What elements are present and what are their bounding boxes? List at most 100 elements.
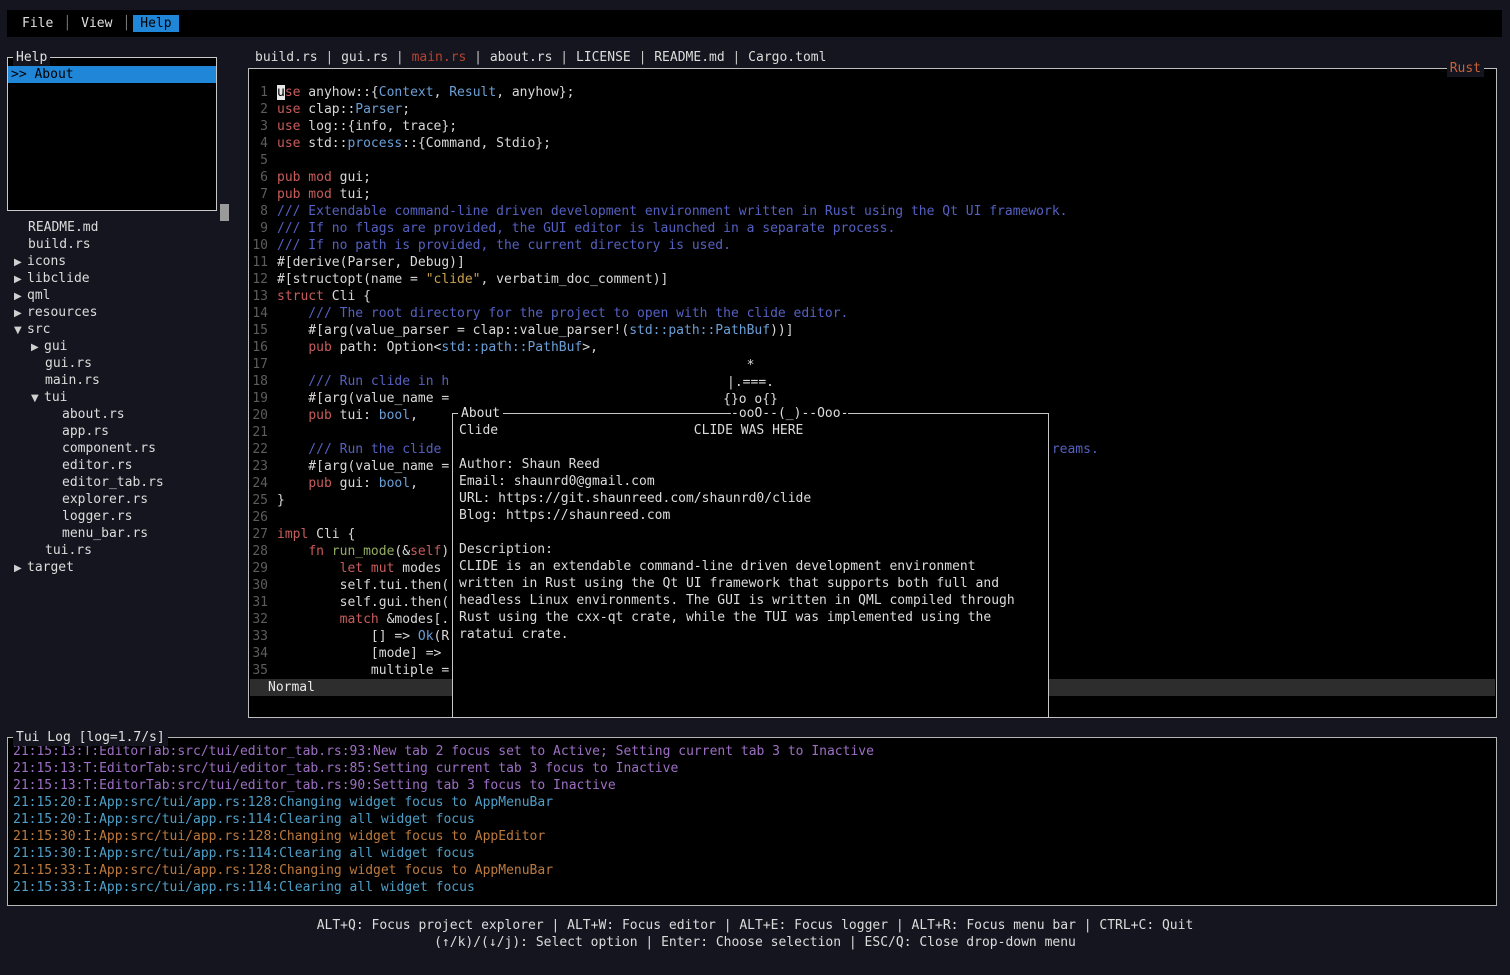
- code-token: [324, 544, 332, 559]
- code-token: >,: [582, 340, 598, 355]
- code-token: /// Extendable command-line driven devel…: [277, 204, 1068, 219]
- code-token: ,: [434, 85, 450, 100]
- tree-item-gui-rs[interactable]: gui.rs: [7, 355, 241, 372]
- line-number: 7: [251, 186, 268, 203]
- code-line-text: pub mod tui;: [277, 186, 371, 203]
- code-token: std::: [300, 136, 347, 151]
- code-line: 12#[structopt(name = "clide", verbatim_d…: [251, 271, 1494, 288]
- log-entries: 21:15:13:T:EditorTab:src/tui/editor_tab.…: [13, 743, 1496, 896]
- line-number: 32: [251, 611, 268, 628]
- code-token: use: [277, 102, 300, 117]
- line-number: 34: [251, 645, 268, 662]
- tree-item-label: tui: [44, 390, 67, 405]
- line-number: 22: [251, 441, 268, 458]
- line-number: 11: [251, 254, 268, 271]
- mode-indicator: Normal: [268, 680, 315, 695]
- tree-item-component-rs[interactable]: component.rs: [7, 440, 241, 457]
- tab-gui-rs[interactable]: gui.rs: [341, 49, 388, 66]
- language-badge: Rust: [1447, 60, 1484, 77]
- code-line: 16 pub path: Option<std::path::PathBuf>,: [251, 339, 1494, 356]
- tab-build-rs[interactable]: build.rs: [255, 49, 318, 66]
- tree-item-app-rs[interactable]: app.rs: [7, 423, 241, 440]
- tree-item-editor-tab-rs[interactable]: editor_tab.rs: [7, 474, 241, 491]
- tree-item-logger-rs[interactable]: logger.rs: [7, 508, 241, 525]
- tree-item-label: qml: [27, 288, 50, 303]
- tree-item-build-rs[interactable]: build.rs: [7, 236, 241, 253]
- code-token: use: [277, 136, 300, 151]
- line-number: 30: [251, 577, 268, 594]
- code-token: #[derive(Parser, Debug)]: [277, 255, 465, 270]
- line-number: 3: [251, 118, 268, 135]
- code-token: &modes[.: [379, 612, 449, 627]
- code-token: impl: [277, 527, 308, 542]
- about-popup-line: Email: shaunrd0@gmail.com: [459, 473, 1048, 490]
- code-token: tui:: [332, 408, 379, 423]
- line-number: 8: [251, 203, 268, 220]
- chevron-right-icon: ▶: [14, 305, 27, 322]
- about-popup-line: written in Rust using the Qt UI framewor…: [459, 575, 1048, 592]
- line-number: 21: [251, 424, 268, 441]
- menu-item-view[interactable]: View: [74, 15, 119, 32]
- tree-item-explorer-rs[interactable]: explorer.rs: [7, 491, 241, 508]
- tree-item-tui-rs[interactable]: tui.rs: [7, 542, 241, 559]
- log-entry: 21:15:30:I:App:src/tui/app.rs:128:Changi…: [13, 828, 1496, 845]
- code-line-text: /// The root directory for the project t…: [277, 305, 848, 322]
- menu-item-file[interactable]: File: [15, 15, 60, 32]
- code-token: bool: [379, 408, 410, 423]
- code-token: (&: [394, 544, 410, 559]
- help-dropdown-items: >> About: [8, 66, 216, 83]
- about-popup-line: CLIDE is an extendable command-line driv…: [459, 558, 1048, 575]
- code-token: #[arg(value_name =: [277, 459, 449, 474]
- line-number: 16: [251, 339, 268, 356]
- menu-item-help[interactable]: Help: [133, 15, 178, 32]
- code-line-text: /// If no path is provided, the current …: [277, 237, 731, 254]
- code-line: 4use std::process::{Command, Stdio};: [251, 135, 1494, 152]
- tree-item-tui[interactable]: ▼tui: [7, 389, 241, 406]
- about-popup-line: headless Linux environments. The GUI is …: [459, 592, 1048, 609]
- tree-item-label: gui: [44, 339, 67, 354]
- log-panel[interactable]: Tui Log [log=1.7/s] 21:15:13:T:EditorTab…: [7, 737, 1497, 906]
- tree-item-resources[interactable]: ▶resources: [7, 304, 241, 321]
- tab-cargo-toml[interactable]: Cargo.toml: [748, 49, 826, 66]
- code-token: self.tui.then(: [277, 578, 449, 593]
- tree-item-qml[interactable]: ▶qml: [7, 287, 241, 304]
- code-line-text: use anyhow::{Context, Result, anyhow};: [277, 84, 574, 101]
- code-token: gui:: [332, 476, 379, 491]
- log-entry: 21:15:20:I:App:src/tui/app.rs:114:Cleari…: [13, 811, 1496, 828]
- line-number: 4: [251, 135, 268, 152]
- tab-license[interactable]: LICENSE: [576, 49, 631, 66]
- code-line-text: pub tui: bool,: [277, 407, 418, 424]
- tree-item-src[interactable]: ▼src: [7, 321, 241, 338]
- code-token: [] =>: [277, 629, 418, 644]
- code-token: /// If no flags are provided, the GUI ed…: [277, 221, 895, 236]
- code-token: /// If no path is provided, the current …: [277, 238, 731, 253]
- tab-about-rs[interactable]: about.rs: [490, 49, 553, 66]
- line-number: 6: [251, 169, 268, 186]
- tree-item-icons[interactable]: ▶icons: [7, 253, 241, 270]
- code-token: Parser: [355, 102, 402, 117]
- tab-main-rs[interactable]: main.rs: [412, 49, 467, 66]
- tree-item-libclide[interactable]: ▶libclide: [7, 270, 241, 287]
- tree-item-gui[interactable]: ▶gui: [7, 338, 241, 355]
- code-token: [277, 476, 308, 491]
- tab-readme-md[interactable]: README.md: [654, 49, 724, 66]
- code-token: use: [277, 119, 300, 134]
- tree-item-menu-bar-rs[interactable]: menu_bar.rs: [7, 525, 241, 542]
- code-token: match: [340, 612, 379, 627]
- code-token: "clide": [426, 272, 481, 287]
- code-token: tui;: [332, 187, 371, 202]
- tree-item-label: icons: [27, 254, 66, 269]
- code-line-text: let mut modes: [277, 560, 441, 577]
- code-line-text: /// If no flags are provided, the GUI ed…: [277, 220, 895, 237]
- code-line-text: fn run_mode(&self): [277, 543, 449, 560]
- line-number: 14: [251, 305, 268, 322]
- tree-item-main-rs[interactable]: main.rs: [7, 372, 241, 389]
- tab-separator: |: [725, 49, 748, 66]
- tree-item-editor-rs[interactable]: editor.rs: [7, 457, 241, 474]
- code-token: /// Run the clide: [277, 442, 449, 457]
- dropdown-item-about[interactable]: >> About: [8, 66, 216, 83]
- tree-item-about-rs[interactable]: about.rs: [7, 406, 241, 423]
- line-number: 13: [251, 288, 268, 305]
- tree-item-target[interactable]: ▶target: [7, 559, 241, 576]
- tree-item-readme-md[interactable]: README.md: [7, 219, 241, 236]
